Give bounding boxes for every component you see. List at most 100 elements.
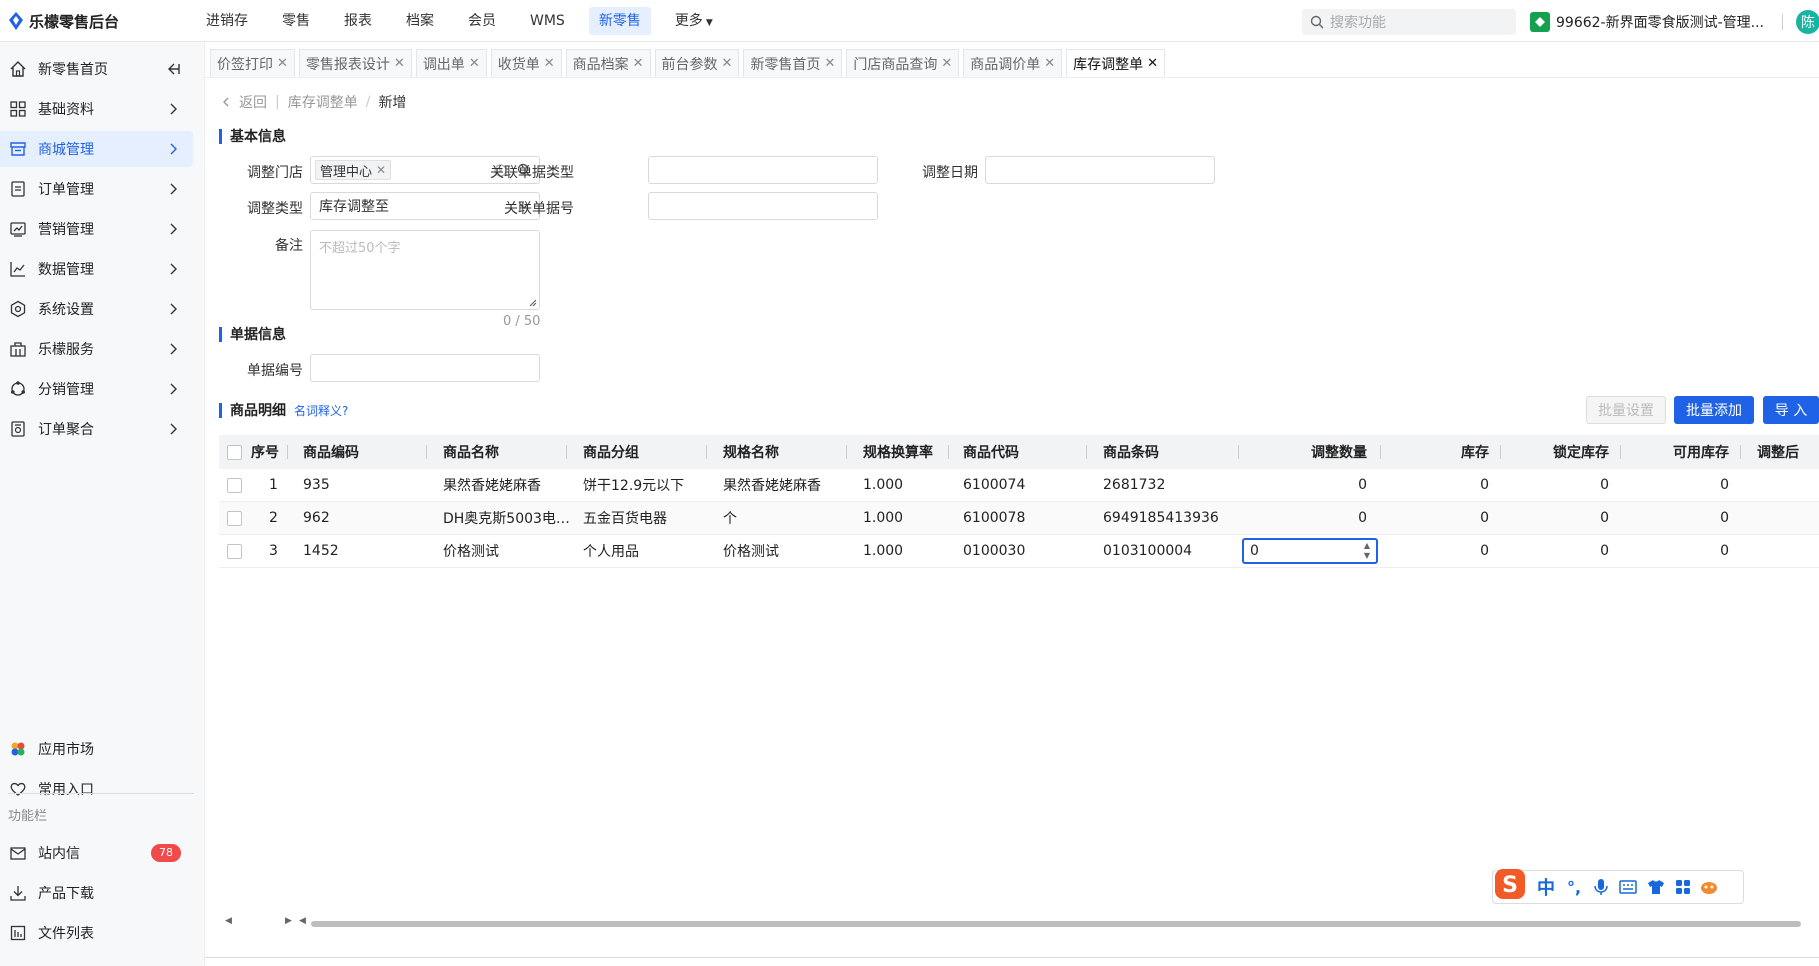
close-icon[interactable]: ✕ [722,56,733,71]
tab-new-retail-home[interactable]: 新零售首页 ✕ [743,49,843,77]
table-row[interactable]: 3 1452 价格测试 个人用品 价格测试 1.000 0100030 0103… [219,535,1819,568]
top-nav-item-jinxiaocun[interactable]: 进销存 [196,7,258,35]
close-icon[interactable]: ✕ [941,56,952,71]
grid-icon [8,99,28,119]
tab-label: 零售报表设计 [305,56,390,73]
resize-handle-icon[interactable] [529,299,537,307]
sidebar-item-file-list[interactable]: 文件列表 [0,915,193,951]
store-switcher[interactable]: 99662-新界面零食版测试-管理... [1530,9,1783,35]
adjust-qty-input[interactable]: 0 ▲ ▼ [1242,538,1378,564]
tab-product-archive[interactable]: 商品档案 ✕ [565,49,651,77]
row-checkbox[interactable] [227,477,242,493]
tab-front-params[interactable]: 前台参数 ✕ [654,49,740,77]
keyboard-icon[interactable] [1619,880,1637,894]
sidebar-item-favorites[interactable]: 常用入口 [0,771,193,807]
top-nav-item-reports[interactable]: 报表 [334,7,382,35]
sidebar-section-label: 功能栏 [8,809,48,824]
collapse-sidebar-icon[interactable] [165,61,181,77]
sidebar-item-data-management[interactable]: 数据管理 [0,251,193,287]
sidebar-item-label: 基础资料 [38,102,94,118]
adjust-date-input[interactable] [985,156,1215,184]
tab-transfer-out[interactable]: 调出单 ✕ [415,49,487,77]
scroll-left-icon[interactable]: ◀ [225,916,232,926]
sidebar-item-inbox[interactable]: 站内信 78 [0,835,193,871]
sidebar-item-basic-data[interactable]: 基础资料 [0,91,193,127]
cell-group: 五金百货电器 [583,511,667,527]
cell-name: DH奥克斯5003电… [443,511,570,527]
mascot-icon[interactable] [1699,879,1719,895]
top-nav-item-member[interactable]: 会员 [458,7,506,35]
scroll-left-end-icon[interactable]: ◀ [299,916,306,926]
top-nav-item-wms[interactable]: WMS [520,7,575,35]
row-checkbox-cell[interactable] [227,535,249,567]
row-checkbox[interactable] [227,510,242,526]
row-checkbox-cell[interactable] [227,469,249,501]
select-all-checkbox-cell[interactable] [227,435,249,469]
scrollbar-thumb[interactable] [311,921,1801,927]
top-nav-item-more[interactable]: 更多 ▼ [665,7,723,35]
feature-search-input[interactable]: 搜索功能 [1302,9,1516,35]
close-icon[interactable]: ✕ [1044,56,1055,71]
tab-price-adjustment[interactable]: 商品调价单 ✕ [963,49,1063,77]
tab-price-label-print[interactable]: 价签打印 ✕ [210,49,295,77]
top-nav-item-retail[interactable]: 零售 [272,7,320,35]
tab-receipt[interactable]: 收货单 ✕ [490,49,562,77]
toolbox-icon[interactable] [1675,879,1691,895]
skin-shirt-icon[interactable] [1647,879,1665,895]
import-button[interactable]: 导 入 [1763,396,1819,424]
stepper-icon[interactable]: ▲ ▼ [1364,541,1370,561]
close-icon[interactable]: ✕ [469,56,480,71]
sidebar-item-order-aggregation[interactable]: 订单聚合 [0,411,193,447]
punctuation-icon[interactable]: °, [1567,878,1581,897]
scroll-right-icon[interactable]: ▶ [285,916,292,926]
sidebar-item-app-market[interactable]: 应用市场 [0,731,193,767]
doc-no-input[interactable] [310,354,540,382]
batch-add-button[interactable]: 批量添加 [1674,396,1754,424]
sidebar-item-system-settings[interactable]: 系统设置 [0,291,193,327]
back-link[interactable]: 返回 [219,92,267,112]
tag-close-icon[interactable]: ✕ [376,163,386,177]
sidebar-item-order-management[interactable]: 订单管理 [0,171,193,207]
cell-adjust-qty[interactable]: 0 [1239,502,1381,534]
glossary-link[interactable]: 名词释义? [294,402,348,419]
sidebar-item-marketing[interactable]: 营销管理 [0,211,193,247]
tab-retail-report-design[interactable]: 零售报表设计 ✕ [298,49,412,77]
remark-textarea[interactable]: 不超过50个字 [310,230,540,310]
sidebar-item-distribution[interactable]: 分销管理 [0,371,193,407]
top-nav-item-new-retail[interactable]: 新零售 [588,7,651,35]
sidebar-item-label: 应用市场 [38,742,94,758]
row-checkbox[interactable] [227,543,242,559]
ime-toolbar[interactable]: S 中 °, [1492,869,1744,904]
app-logo[interactable]: 乐檬零售后台 [8,11,119,31]
table-row[interactable]: 2 962 DH奥克斯5003电… 五金百货电器 个 1.000 6100078… [219,502,1819,535]
user-avatar[interactable]: 陈 [1796,10,1819,34]
table-row[interactable]: 1 935 果然香姥姥麻香 饼干12.9元以下 果然香姥姥麻香 1.000 61… [219,469,1819,502]
close-icon[interactable]: ✕ [544,56,555,71]
ime-lang-label[interactable]: 中 [1537,874,1555,900]
breadcrumb-parent[interactable]: 库存调整单 [288,92,358,112]
close-icon[interactable]: ✕ [277,56,288,71]
close-icon[interactable]: ✕ [1147,56,1158,71]
sidebar-item-new-retail-home[interactable]: 新零售首页 [0,51,193,87]
close-icon[interactable]: ✕ [824,56,835,71]
sidebar-item-mall-management[interactable]: 商城管理 [0,131,193,167]
tab-stock-adjustment[interactable]: 库存调整单 ✕ [1066,49,1166,77]
related-type-input[interactable] [648,156,878,184]
close-icon[interactable]: ✕ [633,56,644,71]
batch-set-button[interactable]: 批量设置 [1586,396,1666,424]
sidebar-item-product-download[interactable]: 产品下载 [0,875,193,911]
col-header-adjust-qty: 调整数量 [1239,435,1381,469]
horizontal-scrollbar[interactable]: ◀ ▶ ◀ [219,916,1819,930]
chart-icon [8,259,28,279]
microphone-icon[interactable] [1593,878,1609,896]
cell-adjust-qty[interactable]: 0 [1239,469,1381,501]
tab-store-product-query[interactable]: 门店商品查询 ✕ [846,49,960,77]
close-icon[interactable]: ✕ [394,56,405,71]
related-no-input[interactable] [648,192,878,220]
sidebar-item-label: 新零售首页 [38,62,108,78]
sidebar-item-lemeng-service[interactable]: 乐檬服务 [0,331,193,367]
svg-text:S: S [1502,873,1518,898]
select-all-checkbox[interactable] [227,444,242,460]
row-checkbox-cell[interactable] [227,502,249,534]
top-nav-item-archive[interactable]: 档案 [396,7,444,35]
